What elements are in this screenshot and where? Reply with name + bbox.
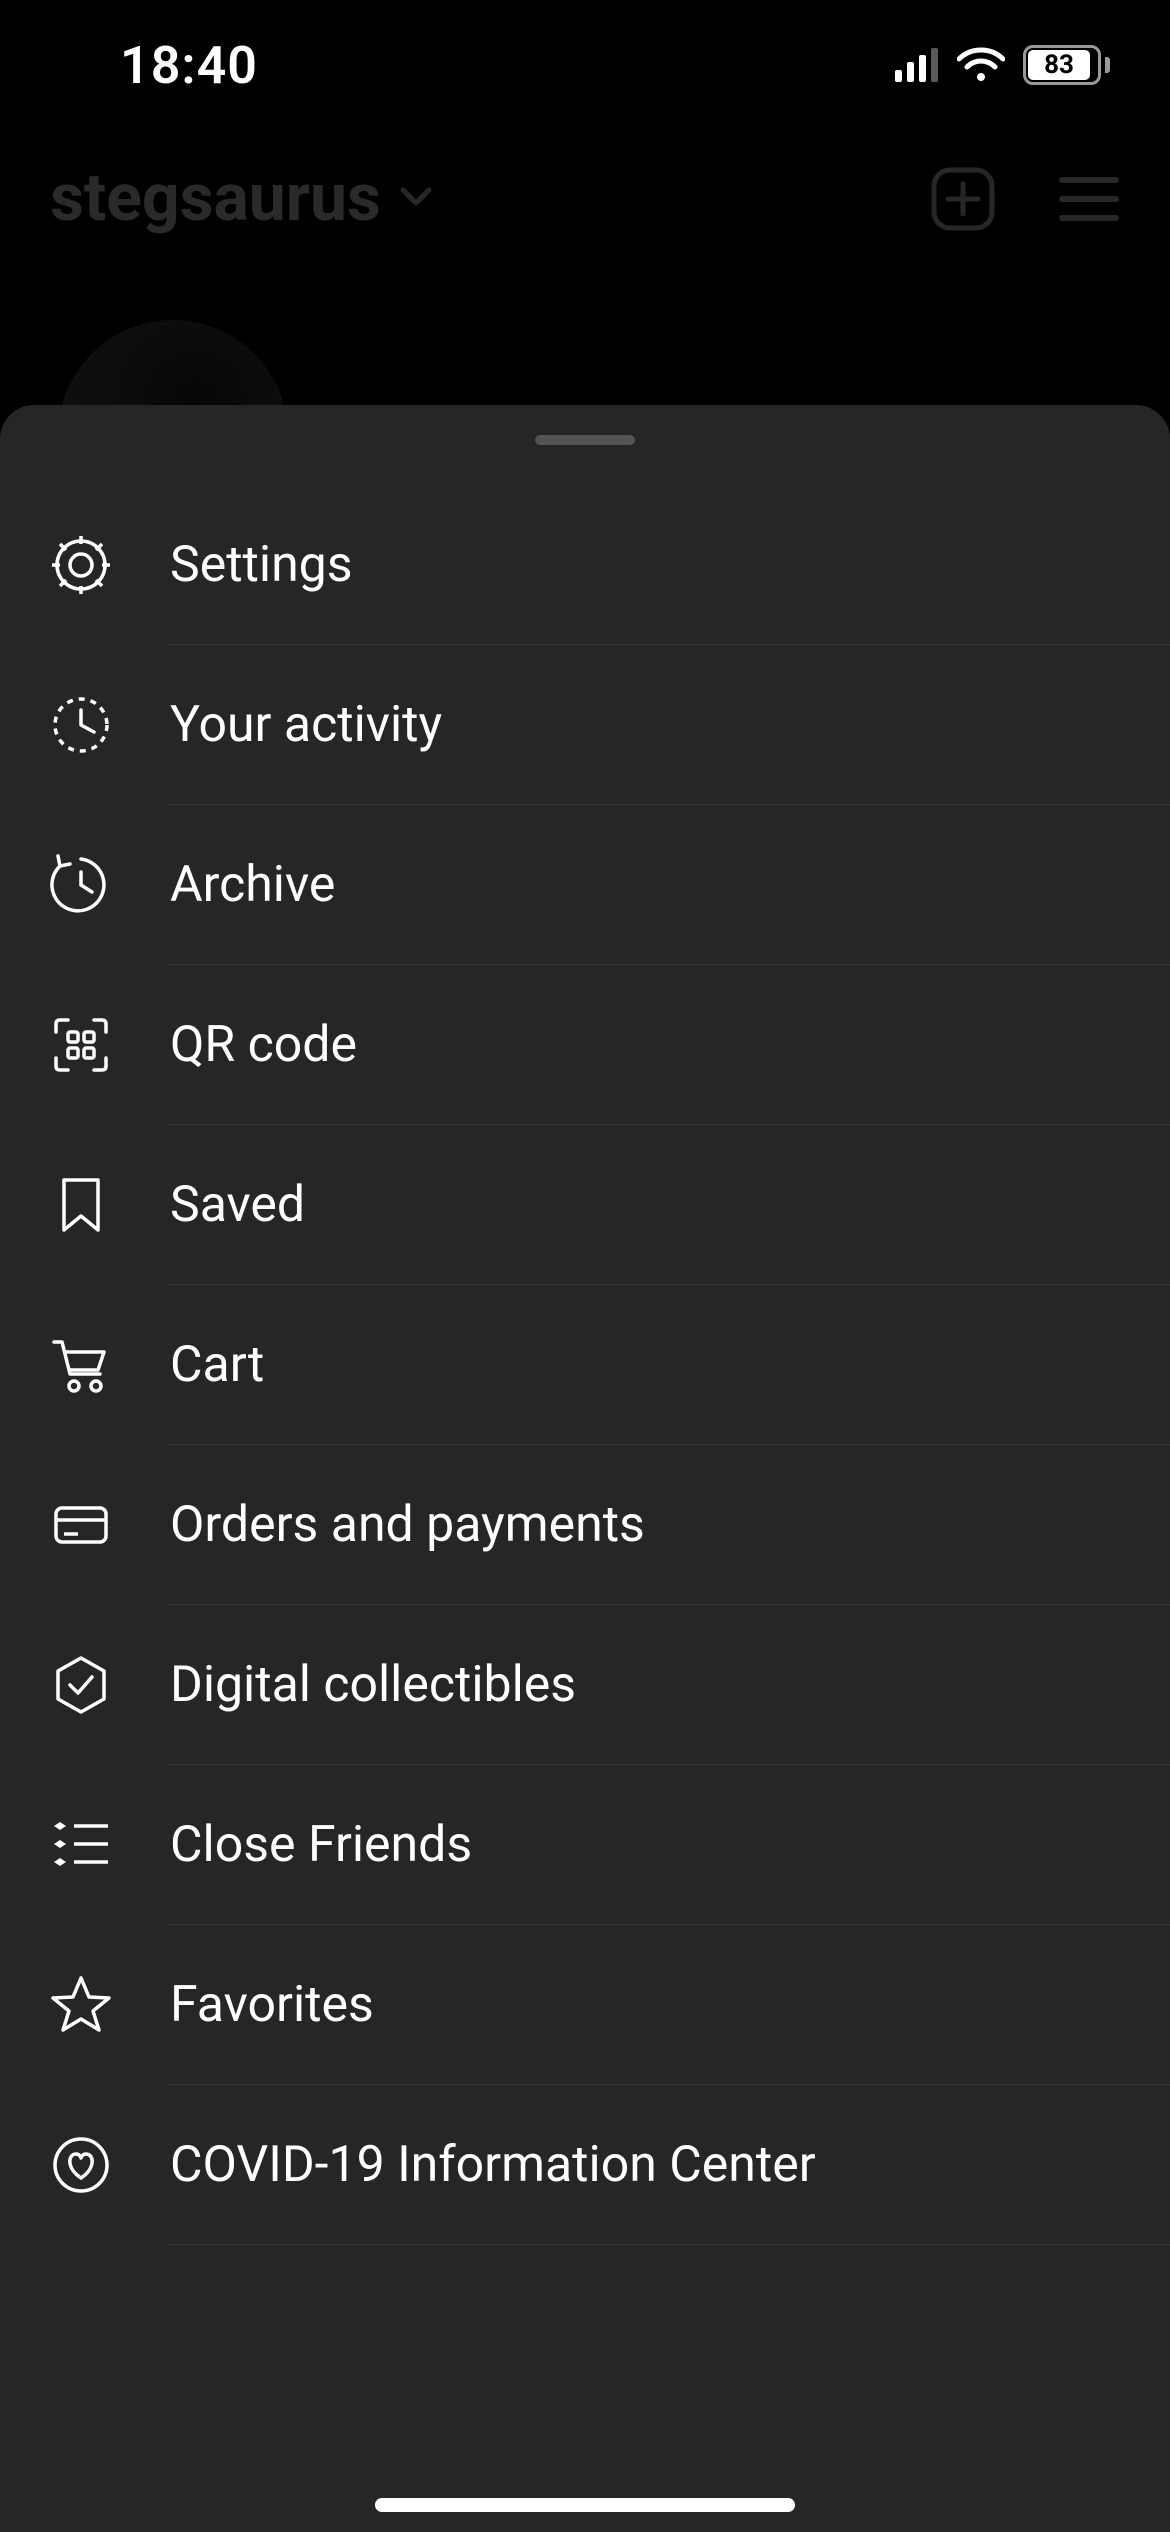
menu-item-saved[interactable]: Saved <box>0 1125 1170 1285</box>
menu-item-label: Saved <box>170 1176 305 1234</box>
menu-item-digital-collectibles[interactable]: Digital collectibles <box>0 1605 1170 1765</box>
battery-percent: 83 <box>1044 50 1074 80</box>
activity-icon <box>48 692 114 758</box>
menu-item-favorites[interactable]: Favorites <box>0 1925 1170 2085</box>
hexagon-check-icon <box>48 1652 114 1718</box>
menu-item-label: COVID-19 Information Center <box>170 2136 816 2194</box>
credit-card-icon <box>48 1492 114 1558</box>
menu-item-settings[interactable]: Settings <box>0 485 1170 645</box>
menu-item-label: Archive <box>170 856 335 914</box>
menu-item-label: Settings <box>170 536 353 594</box>
menu-item-covid-info[interactable]: COVID-19 Information Center <box>0 2085 1170 2245</box>
gear-icon <box>48 532 114 598</box>
qr-code-icon <box>48 1012 114 1078</box>
star-icon <box>48 1972 114 2038</box>
status-bar: 18:40 83 <box>0 0 1170 130</box>
battery-indicator: 83 <box>1023 45 1110 85</box>
menu-item-label: Cart <box>170 1336 264 1394</box>
menu-item-label: Orders and payments <box>170 1496 645 1554</box>
close-friends-icon <box>48 1812 114 1878</box>
menu-item-label: Close Friends <box>170 1816 472 1874</box>
menu-item-label: Digital collectibles <box>170 1656 576 1714</box>
menu-item-label: QR code <box>170 1016 357 1074</box>
menu-item-label: Your activity <box>170 696 442 754</box>
profile-menu-sheet: Settings Your activity Archive <box>0 405 1170 2532</box>
menu-item-cart[interactable]: Cart <box>0 1285 1170 1445</box>
sheet-grabber[interactable] <box>535 435 635 445</box>
archive-icon <box>48 852 114 918</box>
status-time: 18:40 <box>120 35 258 96</box>
menu-item-archive[interactable]: Archive <box>0 805 1170 965</box>
menu-item-label: Favorites <box>170 1976 374 2034</box>
menu-item-close-friends[interactable]: Close Friends <box>0 1765 1170 1925</box>
heart-circle-icon <box>48 2132 114 2198</box>
status-indicators: 83 <box>895 45 1110 85</box>
menu-item-your-activity[interactable]: Your activity <box>0 645 1170 805</box>
cart-icon <box>48 1332 114 1398</box>
home-indicator[interactable] <box>375 2498 795 2512</box>
wifi-icon <box>957 47 1005 83</box>
menu-item-qr-code[interactable]: QR code <box>0 965 1170 1125</box>
menu-item-orders-payments[interactable]: Orders and payments <box>0 1445 1170 1605</box>
cellular-icon <box>895 48 939 82</box>
bookmark-icon <box>48 1172 114 1238</box>
